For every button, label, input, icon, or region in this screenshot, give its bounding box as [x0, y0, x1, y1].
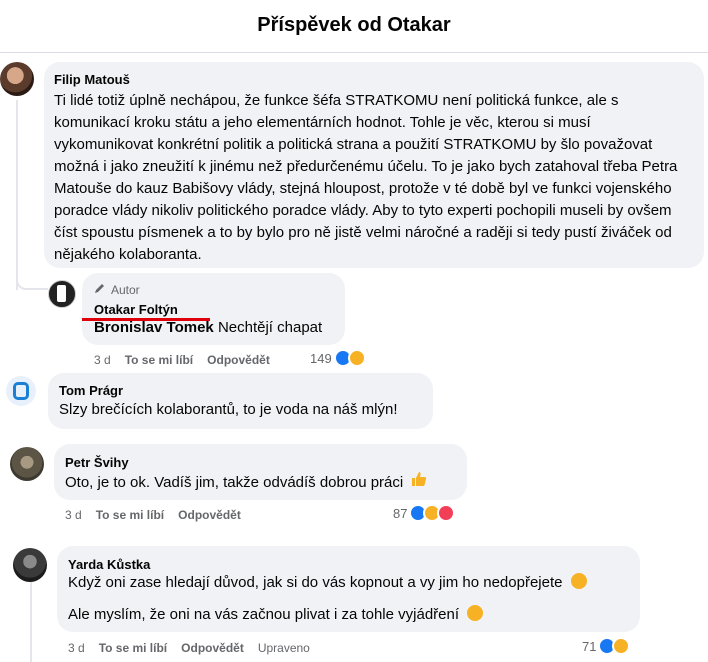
smile-emoji — [570, 573, 587, 589]
comment-time[interactable]: 3 d — [94, 353, 111, 367]
thread-line — [16, 100, 18, 290]
comment-author[interactable]: Otakar Foltýn — [94, 302, 178, 317]
dialog-header: Příspěvek od Otakar — [0, 0, 708, 52]
comment-bubble: Tom Prágr Slzy brečících kolaborantů, to… — [48, 373, 433, 429]
reaction-summary[interactable]: 149 — [310, 349, 366, 367]
reaction-count: 71 — [582, 638, 597, 654]
reply-button[interactable]: Odpovědět — [181, 641, 244, 655]
love-icon — [437, 504, 456, 522]
comment-body: Oto, je to ok. Vadíš jim, takže odvádíš … — [65, 474, 404, 491]
haha-icon — [347, 349, 366, 367]
avatar[interactable] — [13, 548, 47, 582]
comment-bubble: Filip Matouš Ti lidé totiž úplně nechápo… — [44, 62, 704, 268]
comment-text: Slzy brečících kolaborantů, to je voda n… — [59, 401, 398, 418]
comment-bubble: Autor Otakar Foltýn Bronislav Tomek Nech… — [82, 273, 345, 345]
comment-text: Ti lidé totiž úplně nechápou, že funkce … — [54, 92, 678, 263]
mention-link[interactable]: Bronislav Tomek — [94, 319, 214, 336]
avatar[interactable] — [0, 62, 34, 96]
author-badge: Autor — [94, 282, 140, 297]
comment-author[interactable]: Tom Prágr — [59, 383, 123, 398]
comment-actions: 3 d To se mi líbí Odpovědět — [65, 508, 255, 522]
dialog-title: Příspěvek od Otakar — [257, 14, 451, 36]
haha-icon — [612, 637, 631, 655]
smile-emoji — [467, 605, 484, 621]
comment-author[interactable]: Filip Matouš — [54, 72, 130, 87]
like-button[interactable]: To se mi líbí — [99, 641, 167, 655]
comment-body: Nechtějí chapat — [217, 319, 323, 336]
reply-button[interactable]: Odpovědět — [207, 353, 270, 367]
comment-text: Ale myslím, že oni na vás začnou plivat … — [68, 604, 484, 626]
reaction-summary[interactable]: 71 — [582, 637, 631, 655]
comment-time[interactable]: 3 d — [65, 508, 82, 522]
comment-text: Oto, je to ok. Vadíš jim, takže odvádíš … — [65, 471, 427, 494]
edited-label[interactable]: Upraveno — [258, 641, 310, 655]
avatar[interactable] — [6, 376, 36, 406]
comment-text: Bronislav Tomek Nechtějí chapat — [94, 317, 322, 339]
comment-author[interactable]: Yarda Kůstka — [68, 557, 150, 572]
like-button[interactable]: To se mi líbí — [125, 353, 193, 367]
comment-actions: 3 d To se mi líbí Odpovědět — [94, 353, 284, 367]
thumbs-up-emoji — [411, 471, 427, 494]
comment-actions: 3 d To se mi líbí Odpovědět Upraveno — [68, 641, 324, 655]
reply-button[interactable]: Odpovědět — [178, 508, 241, 522]
badge-label: Autor — [111, 282, 140, 297]
pencil-icon — [94, 282, 106, 297]
reaction-count: 149 — [310, 350, 332, 366]
header-divider — [0, 52, 708, 53]
like-button[interactable]: To se mi líbí — [96, 508, 164, 522]
comment-bubble: Petr Švihy Oto, je to ok. Vadíš jim, tak… — [54, 444, 467, 500]
comment-text: Když oni zase hledají důvod, jak si do v… — [68, 572, 587, 594]
comment-bubble: Yarda Kůstka Když oni zase hledají důvod… — [57, 546, 640, 632]
avatar[interactable] — [10, 447, 44, 481]
comment-time[interactable]: 3 d — [68, 641, 85, 655]
comment-author[interactable]: Petr Švihy — [65, 455, 129, 470]
comment-body: Když oni zase hledají důvod, jak si do v… — [68, 574, 563, 591]
comment-body: Ale myslím, že oni na vás začnou plivat … — [68, 606, 460, 623]
reaction-summary[interactable]: 87 — [393, 504, 456, 522]
thread-line — [16, 270, 48, 290]
reaction-count: 87 — [393, 505, 408, 521]
avatar[interactable] — [48, 280, 76, 308]
